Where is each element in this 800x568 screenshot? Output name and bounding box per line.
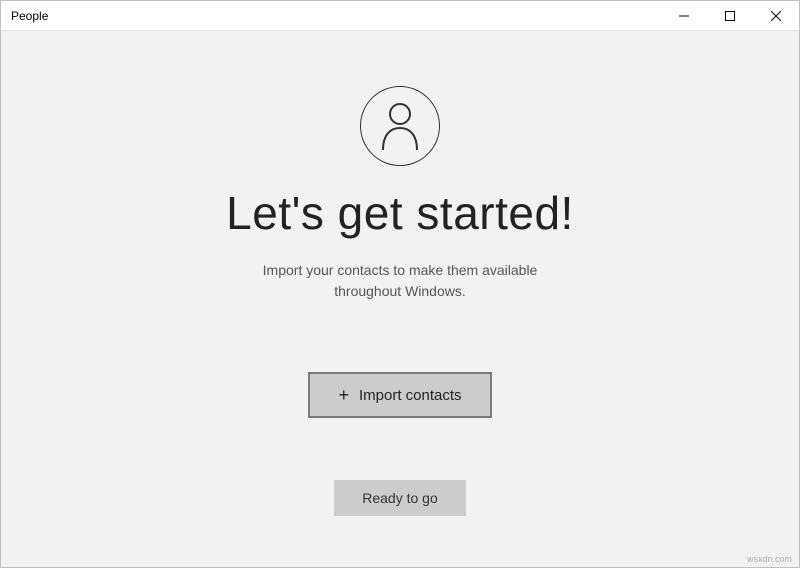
plus-icon: + [338, 386, 349, 404]
minimize-button[interactable] [661, 1, 707, 30]
app-window: People Let's get started! Import your co… [0, 0, 800, 568]
ready-to-go-button[interactable]: Ready to go [334, 480, 466, 516]
welcome-subtext: Import your contacts to make them availa… [240, 260, 560, 302]
main-content: Let's get started! Import your contacts … [1, 31, 799, 567]
import-button-label: Import contacts [359, 387, 462, 404]
watermark: wsxdn.com [747, 554, 792, 564]
person-icon [360, 86, 440, 166]
welcome-heading: Let's get started! [226, 186, 574, 240]
import-contacts-button[interactable]: + Import contacts [308, 372, 491, 418]
minimize-icon [679, 11, 689, 21]
person-glyph-icon [379, 102, 421, 150]
maximize-icon [725, 11, 735, 21]
window-title: People [11, 9, 661, 23]
close-icon [771, 11, 781, 21]
maximize-button[interactable] [707, 1, 753, 30]
close-button[interactable] [753, 1, 799, 30]
window-controls [661, 1, 799, 30]
titlebar: People [1, 1, 799, 31]
